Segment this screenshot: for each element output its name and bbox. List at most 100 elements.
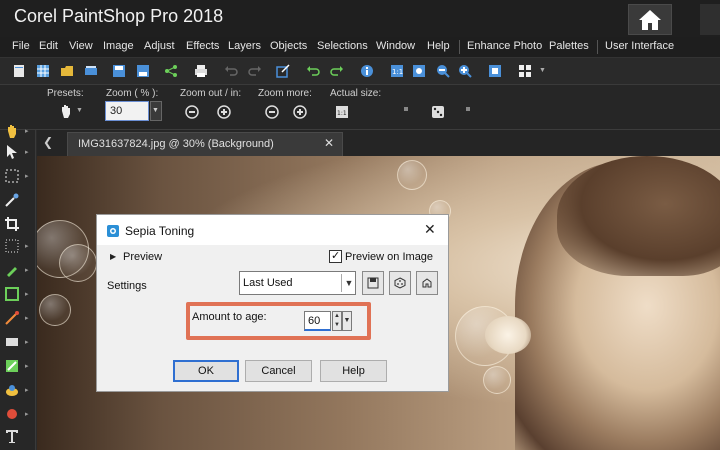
zoom-more-out-icon[interactable] bbox=[264, 104, 280, 120]
save-preset-button[interactable] bbox=[362, 271, 384, 295]
chevron-right-icon[interactable]: ▸ bbox=[25, 362, 29, 370]
workspace-icon[interactable] bbox=[518, 64, 532, 78]
chevron-right-icon[interactable]: ▸ bbox=[25, 242, 29, 250]
menu-view[interactable]: View bbox=[69, 40, 93, 52]
edit-icon[interactable] bbox=[276, 64, 290, 78]
randomize-button[interactable] bbox=[389, 271, 411, 295]
chevron-down-icon[interactable]: ▼ bbox=[341, 274, 356, 292]
zoom-label: Zoom ( % ): bbox=[106, 88, 159, 99]
info-icon[interactable] bbox=[360, 64, 374, 78]
red-eye-tool-icon[interactable] bbox=[4, 406, 20, 422]
zoom-input[interactable]: 30 bbox=[105, 101, 149, 121]
chevron-left-icon[interactable]: ❮ bbox=[43, 135, 53, 149]
cancel-button[interactable]: Cancel bbox=[245, 360, 312, 382]
redo-disabled-icon[interactable] bbox=[248, 64, 262, 78]
settings-label: Settings bbox=[107, 280, 147, 292]
save-icon bbox=[367, 277, 379, 289]
amount-spinner[interactable]: ▲ ▼ bbox=[332, 311, 342, 331]
chevron-right-icon[interactable]: ▸ bbox=[25, 338, 29, 346]
undo-disabled-icon[interactable] bbox=[224, 64, 238, 78]
color-changer-icon[interactable] bbox=[4, 358, 20, 374]
menu-palettes[interactable]: Palettes bbox=[549, 40, 589, 52]
chevron-right-icon[interactable]: ▸ bbox=[25, 148, 29, 156]
fit-window-icon[interactable] bbox=[412, 64, 426, 78]
preview-toggle[interactable]: Preview bbox=[123, 251, 162, 263]
window-control[interactable] bbox=[700, 4, 720, 35]
fill-tool-icon[interactable] bbox=[4, 382, 20, 398]
chevron-down-icon[interactable]: ▼ bbox=[539, 67, 546, 74]
close-icon[interactable]: ✕ bbox=[424, 221, 436, 238]
reset-button[interactable] bbox=[416, 271, 438, 295]
zoom-dropdown-button[interactable]: ▼ bbox=[150, 101, 162, 121]
home-button[interactable] bbox=[628, 4, 672, 35]
redo-icon[interactable] bbox=[330, 64, 344, 78]
expand-arrow-icon[interactable]: ▶ bbox=[110, 252, 116, 261]
zoom-out-icon[interactable] bbox=[184, 104, 200, 120]
makeover-tool-icon[interactable] bbox=[4, 262, 20, 278]
new-file-icon[interactable] bbox=[12, 64, 26, 78]
menu-enhance-photo[interactable]: Enhance Photo bbox=[467, 40, 542, 52]
chevron-right-icon[interactable]: ▸ bbox=[25, 386, 29, 394]
menu-edit[interactable]: Edit bbox=[39, 40, 58, 52]
dot-icon bbox=[404, 107, 408, 111]
save-as-icon[interactable] bbox=[136, 64, 150, 78]
menu-image[interactable]: Image bbox=[103, 40, 134, 52]
chevron-right-icon[interactable]: ▸ bbox=[25, 266, 29, 274]
chevron-right-icon[interactable]: ▸ bbox=[25, 314, 29, 322]
zoom-out-icon[interactable] bbox=[436, 64, 450, 78]
help-button[interactable]: Help bbox=[320, 360, 387, 382]
preset-select-value: Last Used bbox=[243, 277, 293, 289]
zoom-more-in-icon[interactable] bbox=[292, 104, 308, 120]
new-grid-icon[interactable] bbox=[36, 64, 50, 78]
undo-icon[interactable] bbox=[306, 64, 320, 78]
chevron-right-icon[interactable]: ▸ bbox=[25, 172, 29, 180]
open-folder-icon[interactable] bbox=[60, 64, 74, 78]
pan-tool-icon[interactable] bbox=[4, 123, 20, 139]
share-icon[interactable] bbox=[164, 64, 178, 78]
chevron-right-icon[interactable]: ▸ bbox=[25, 410, 29, 418]
document-tab-label: IMG31637824.jpg @ 30% (Background) bbox=[78, 138, 274, 150]
chevron-down-icon[interactable]: ▼ bbox=[76, 107, 83, 114]
home-icon bbox=[639, 10, 661, 30]
paint-brush-icon[interactable] bbox=[4, 310, 20, 326]
preview-on-image-checkbox[interactable]: ✓ bbox=[329, 250, 342, 263]
actual-size-icon[interactable]: 1:1 bbox=[390, 64, 404, 78]
hand-preset-icon[interactable] bbox=[58, 103, 74, 119]
menu-adjust[interactable]: Adjust bbox=[144, 40, 175, 52]
preset-select[interactable]: Last Used ▼ bbox=[239, 271, 356, 295]
menu-file[interactable]: File bbox=[12, 40, 30, 52]
full-screen-icon[interactable] bbox=[488, 64, 502, 78]
zoom-in-icon[interactable] bbox=[216, 104, 232, 120]
freehand-select-icon[interactable] bbox=[4, 238, 20, 254]
menu-bar: File Edit View Image Adjust Effects Laye… bbox=[0, 37, 720, 57]
print-icon[interactable] bbox=[194, 64, 208, 78]
amount-dropdown[interactable]: ▼ bbox=[342, 311, 352, 331]
eraser-tool-icon[interactable] bbox=[4, 334, 20, 350]
actual-size-icon[interactable]: 1:1 bbox=[334, 104, 350, 120]
zoom-in-icon[interactable] bbox=[458, 64, 472, 78]
text-tool-icon[interactable] bbox=[4, 428, 20, 444]
preview-on-image-label[interactable]: Preview on Image bbox=[345, 251, 433, 263]
dice-icon[interactable] bbox=[430, 104, 446, 120]
menu-window[interactable]: Window bbox=[376, 40, 415, 52]
save-icon[interactable] bbox=[112, 64, 126, 78]
close-icon[interactable]: ✕ bbox=[324, 136, 334, 150]
dialog-title-bar: Sepia Toning ✕ bbox=[97, 215, 448, 245]
menu-help[interactable]: Help bbox=[427, 40, 450, 52]
chevron-right-icon[interactable]: ▸ bbox=[25, 290, 29, 298]
menu-layers[interactable]: Layers bbox=[228, 40, 261, 52]
pick-tool-icon[interactable] bbox=[4, 144, 20, 160]
menu-objects[interactable]: Objects bbox=[270, 40, 307, 52]
chevron-right-icon[interactable]: ▸ bbox=[25, 127, 29, 135]
selection-tool-icon[interactable] bbox=[4, 168, 20, 184]
document-tab[interactable]: IMG31637824.jpg @ 30% (Background) ✕ bbox=[67, 132, 343, 156]
amount-to-age-input[interactable]: 60 bbox=[304, 311, 331, 331]
text-tool-frame-icon[interactable] bbox=[4, 286, 20, 302]
ok-button[interactable]: OK bbox=[173, 360, 239, 382]
menu-effects[interactable]: Effects bbox=[186, 40, 219, 52]
menu-selections[interactable]: Selections bbox=[317, 40, 368, 52]
scan-icon[interactable] bbox=[84, 64, 98, 78]
menu-user-interface[interactable]: User Interface bbox=[605, 40, 674, 52]
dropper-tool-icon[interactable] bbox=[4, 192, 20, 208]
crop-tool-icon[interactable] bbox=[4, 216, 20, 232]
